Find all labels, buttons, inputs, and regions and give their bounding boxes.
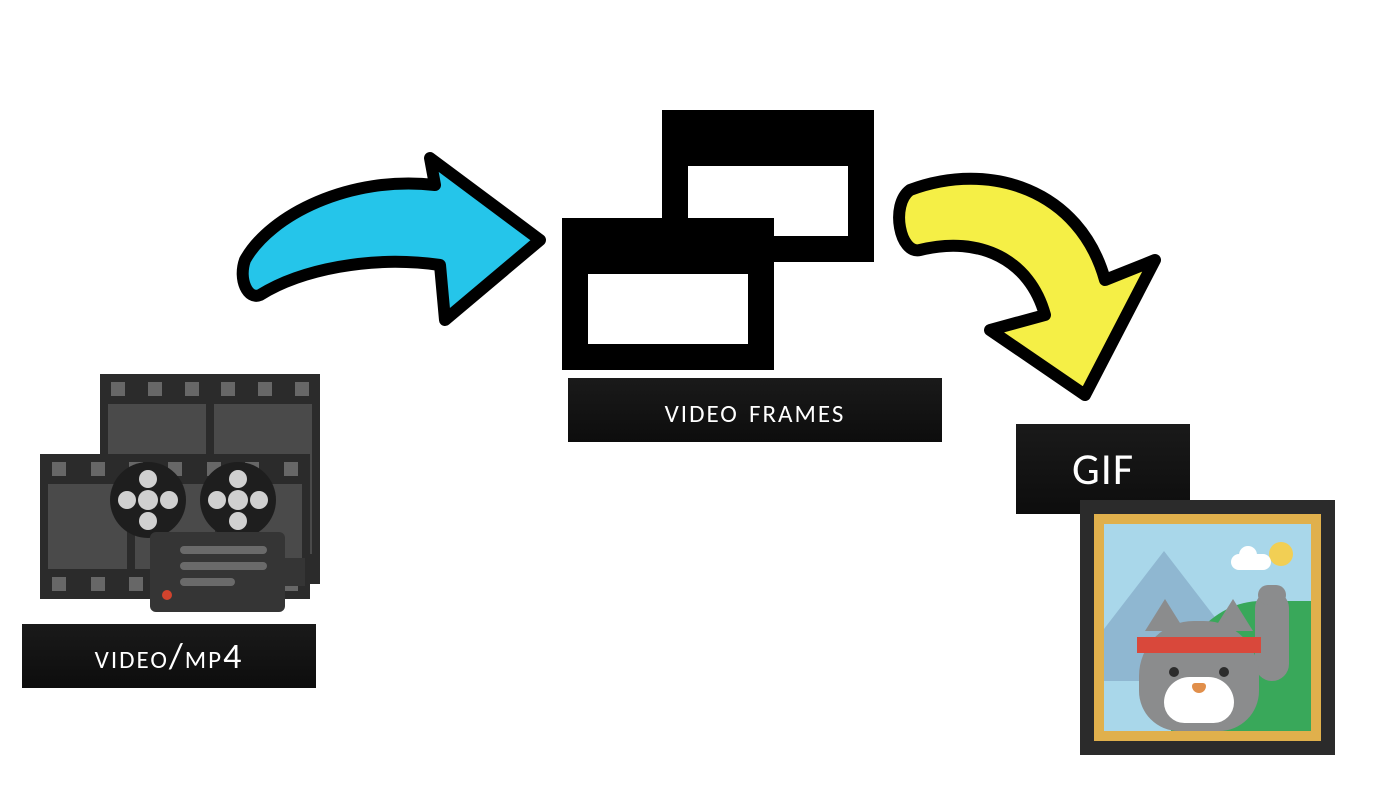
picture-scene — [1104, 524, 1311, 731]
stage-label-video: video/mp4 — [22, 624, 316, 688]
film-reel-right — [200, 462, 276, 538]
arrow-right-icon — [230, 150, 550, 360]
cat-character — [1129, 581, 1279, 731]
film-reel-left — [110, 462, 186, 538]
window-front — [562, 218, 774, 370]
cloud-icon — [1231, 554, 1271, 570]
framed-picture-icon — [1080, 500, 1335, 755]
cat-headband — [1137, 637, 1261, 653]
video-camera-body — [150, 532, 285, 612]
film-projector-icon — [40, 374, 340, 624]
diagram-canvas: video/mp4 video frames GIF — [0, 0, 1400, 803]
cat-muzzle — [1164, 677, 1234, 723]
cat-head — [1139, 621, 1259, 731]
arrow-curved-down-icon — [870, 150, 1170, 450]
cat-arm — [1255, 591, 1289, 681]
sun-icon — [1269, 542, 1293, 566]
